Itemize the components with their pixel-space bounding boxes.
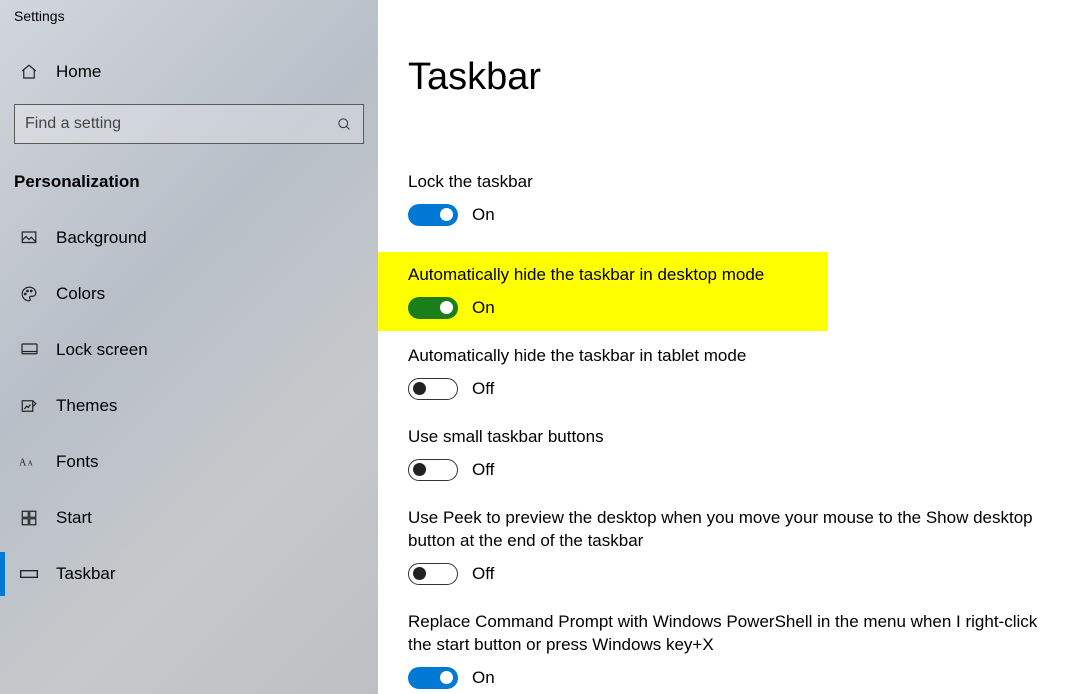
svg-text:A: A <box>28 460 34 468</box>
background-icon <box>18 229 40 247</box>
sidebar-item-label: Start <box>56 508 92 528</box>
page-title: Taskbar <box>408 56 1050 99</box>
setting-autohide-tablet: Automatically hide the taskbar in tablet… <box>408 345 1050 400</box>
sidebar-item-colors[interactable]: Colors <box>0 266 378 322</box>
setting-label: Automatically hide the taskbar in tablet… <box>408 345 1048 368</box>
svg-text:A: A <box>19 458 27 469</box>
sidebar-item-label: Colors <box>56 284 105 304</box>
toggle-state: On <box>472 668 495 688</box>
setting-label: Use Peek to preview the desktop when you… <box>408 507 1048 553</box>
toggle-small-buttons[interactable] <box>408 459 458 481</box>
nav-home-label: Home <box>56 62 101 82</box>
sidebar: Settings Home Personalization Background… <box>0 0 378 694</box>
start-icon <box>18 509 40 527</box>
sidebar-item-label: Lock screen <box>56 340 148 360</box>
toggle-state: On <box>472 298 495 318</box>
colors-icon <box>18 285 40 303</box>
sidebar-item-label: Themes <box>56 396 117 416</box>
sidebar-item-themes[interactable]: Themes <box>0 378 378 434</box>
search-field[interactable] <box>25 115 335 133</box>
sidebar-item-label: Taskbar <box>56 564 116 584</box>
toggle-state: Off <box>472 460 494 480</box>
toggle-autohide-desktop[interactable] <box>408 297 458 319</box>
sidebar-item-lockscreen[interactable]: Lock screen <box>0 322 378 378</box>
home-icon <box>18 63 40 81</box>
main-content: Taskbar Lock the taskbar On Automaticall… <box>378 0 1080 694</box>
sidebar-item-background[interactable]: Background <box>0 210 378 266</box>
sidebar-item-start[interactable]: Start <box>0 490 378 546</box>
setting-small-buttons: Use small taskbar buttons Off <box>408 426 1050 481</box>
search-input[interactable] <box>14 104 364 144</box>
setting-autohide-desktop: Automatically hide the taskbar in deskto… <box>378 252 828 331</box>
lockscreen-icon <box>18 341 40 359</box>
toggle-state: Off <box>472 379 494 399</box>
sidebar-item-taskbar[interactable]: Taskbar <box>0 546 378 602</box>
toggle-lock-taskbar[interactable] <box>408 204 458 226</box>
fonts-icon: AA <box>18 453 40 471</box>
sidebar-item-label: Background <box>56 228 147 248</box>
setting-label: Use small taskbar buttons <box>408 426 1048 449</box>
setting-use-peek: Use Peek to preview the desktop when you… <box>408 507 1050 585</box>
toggle-state: Off <box>472 564 494 584</box>
section-label: Personalization <box>0 164 378 210</box>
window-title: Settings <box>0 0 378 44</box>
taskbar-icon <box>18 567 40 581</box>
setting-powershell: Replace Command Prompt with Windows Powe… <box>408 611 1050 689</box>
nav-home[interactable]: Home <box>0 44 378 100</box>
setting-label: Automatically hide the taskbar in deskto… <box>408 264 798 287</box>
search-icon <box>335 117 353 132</box>
toggle-autohide-tablet[interactable] <box>408 378 458 400</box>
toggle-powershell[interactable] <box>408 667 458 689</box>
toggle-state: On <box>472 205 495 225</box>
setting-label: Lock the taskbar <box>408 171 1048 194</box>
sidebar-item-label: Fonts <box>56 452 99 472</box>
setting-lock-taskbar: Lock the taskbar On <box>408 171 1050 226</box>
setting-label: Replace Command Prompt with Windows Powe… <box>408 611 1048 657</box>
search-wrap <box>14 104 364 144</box>
sidebar-item-fonts[interactable]: AA Fonts <box>0 434 378 490</box>
themes-icon <box>18 397 40 415</box>
toggle-use-peek[interactable] <box>408 563 458 585</box>
